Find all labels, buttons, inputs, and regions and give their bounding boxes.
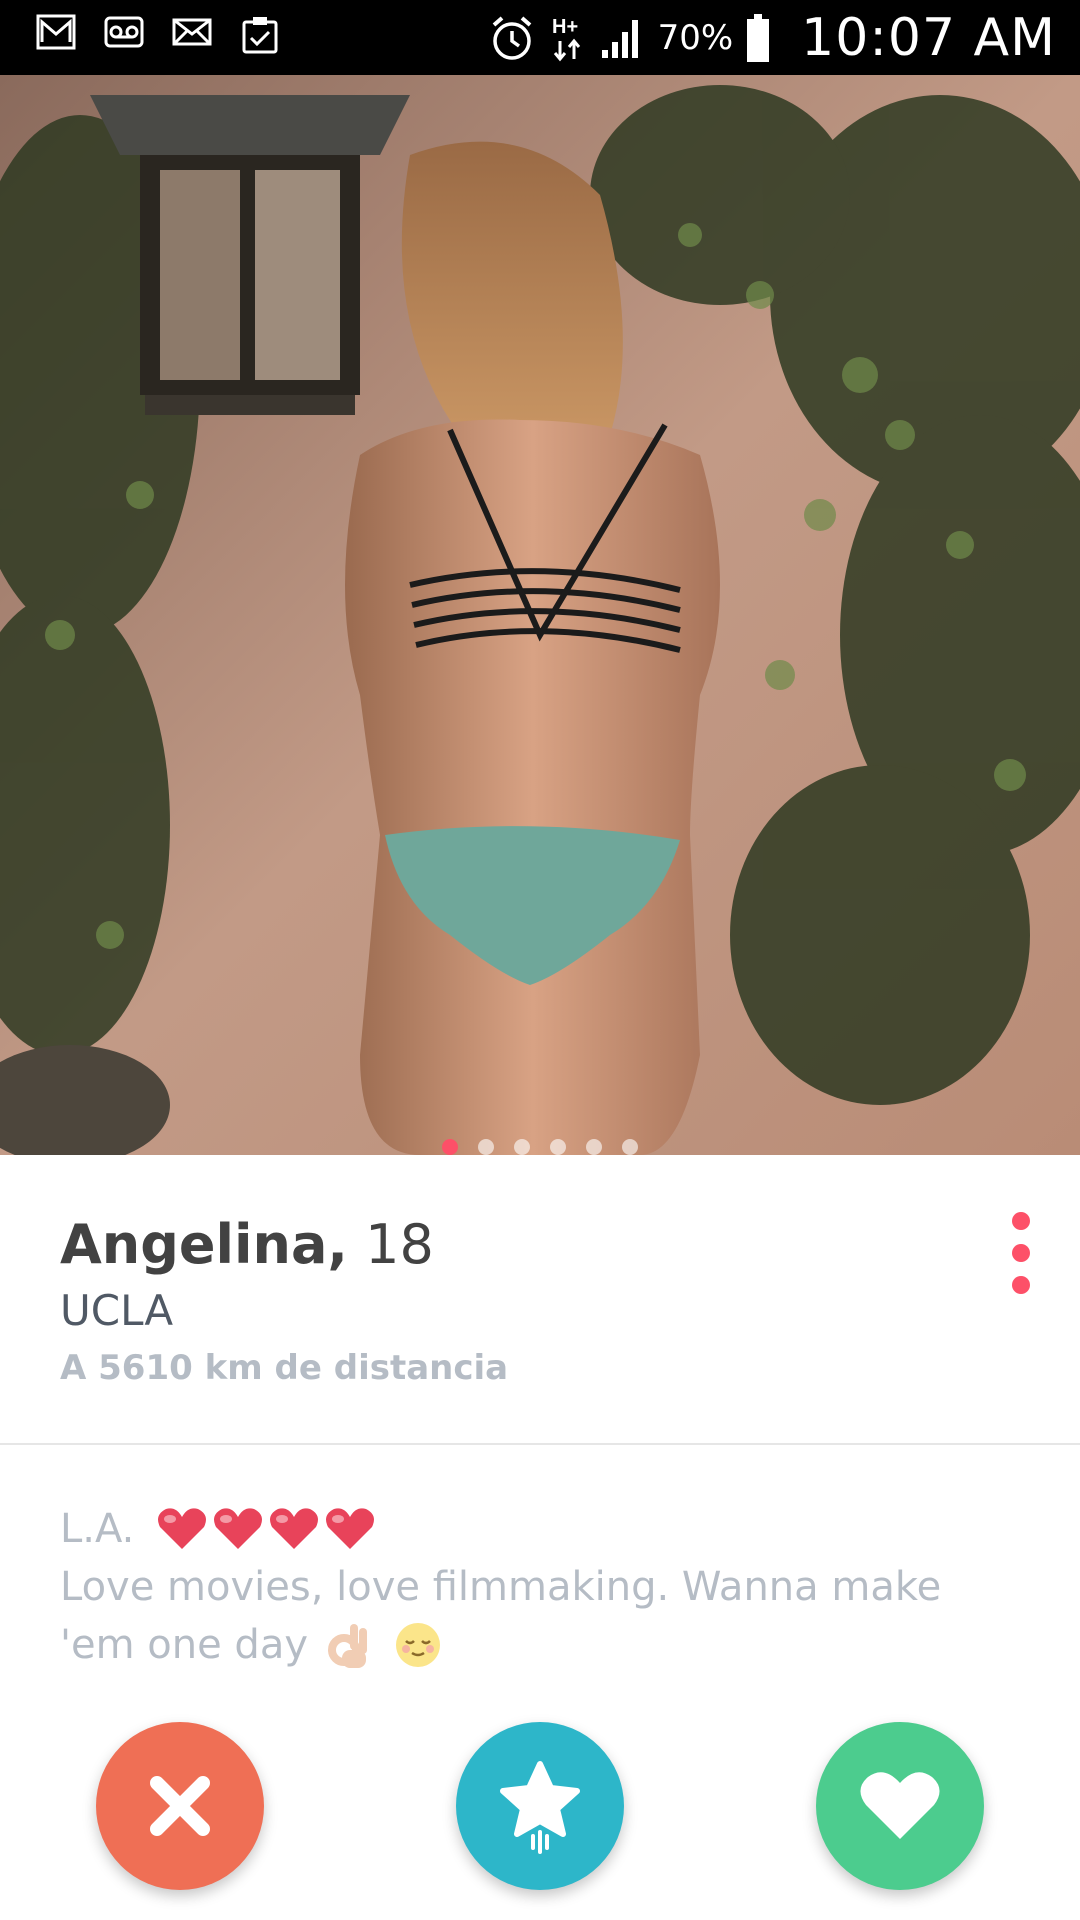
battery-icon xyxy=(747,14,770,62)
relieved-face-emoji xyxy=(396,1623,441,1667)
heart-emoji xyxy=(214,1508,263,1549)
ok-hand-emoji xyxy=(328,1624,368,1668)
like-button[interactable] xyxy=(816,1722,984,1890)
voicemail-icon xyxy=(104,14,144,54)
status-bar-system: H+ 70% 10:07 AM xyxy=(488,8,1056,68)
clock: 10:07 AM xyxy=(801,8,1056,68)
heart-emoji xyxy=(270,1508,319,1549)
photo-dot[interactable] xyxy=(478,1139,494,1155)
profile-info: Angelina, 18 UCLA A 5610 km de distancia xyxy=(60,1210,1020,1392)
gmail-icon xyxy=(36,14,76,54)
photo-pagination xyxy=(0,1139,1080,1155)
bio-location: L.A. xyxy=(60,1506,135,1552)
profile-bio: L.A. Love movies, love filmmaking. Wanna… xyxy=(60,1500,1020,1674)
svg-text:H+: H+ xyxy=(552,16,578,38)
bio-line-3: 'em one day xyxy=(60,1616,1020,1674)
signal-icon xyxy=(600,16,644,60)
profile-photo-image xyxy=(0,75,1080,1155)
nope-button[interactable] xyxy=(96,1722,264,1890)
profile-name: Angelina, xyxy=(60,1213,348,1276)
photo-dot[interactable] xyxy=(514,1139,530,1155)
photo-dot[interactable] xyxy=(442,1139,458,1155)
bio-text: Love movies, love filmmaking. Wanna make xyxy=(60,1564,942,1610)
photo-dot[interactable] xyxy=(622,1139,638,1155)
star-icon xyxy=(500,1761,580,1854)
network-hplus-icon: H+ xyxy=(550,13,586,63)
bio-line-1: L.A. xyxy=(60,1500,1020,1558)
bio-text-2: 'em one day xyxy=(60,1622,309,1668)
action-bar xyxy=(0,1722,1080,1892)
status-bar-notifications xyxy=(36,14,280,54)
profile-age: 18 xyxy=(365,1213,434,1276)
profile-distance: A 5610 km de distancia xyxy=(60,1348,509,1388)
name-age: Angelina, 18 xyxy=(60,1210,1020,1280)
alarm-icon xyxy=(488,13,536,63)
photo-dot[interactable] xyxy=(550,1139,566,1155)
more-options-icon xyxy=(1012,1212,1030,1230)
super-like-button[interactable] xyxy=(456,1722,624,1890)
status-bar: H+ 70% 10:07 AM xyxy=(0,0,1080,75)
mail-icon xyxy=(172,14,212,54)
profile-photo[interactable] xyxy=(0,75,1080,1155)
heart-emoji xyxy=(158,1508,207,1549)
profile-school: UCLA xyxy=(60,1286,174,1335)
clipboard-icon xyxy=(240,14,280,54)
hearts-emoji-group xyxy=(156,1507,376,1551)
divider xyxy=(0,1443,1080,1445)
heart-icon xyxy=(860,1772,940,1839)
photo-dot[interactable] xyxy=(586,1139,602,1155)
heart-emoji xyxy=(326,1508,375,1549)
more-options-button[interactable] xyxy=(1012,1212,1030,1294)
close-icon xyxy=(150,1776,210,1836)
battery-percent: 70% xyxy=(657,18,734,58)
